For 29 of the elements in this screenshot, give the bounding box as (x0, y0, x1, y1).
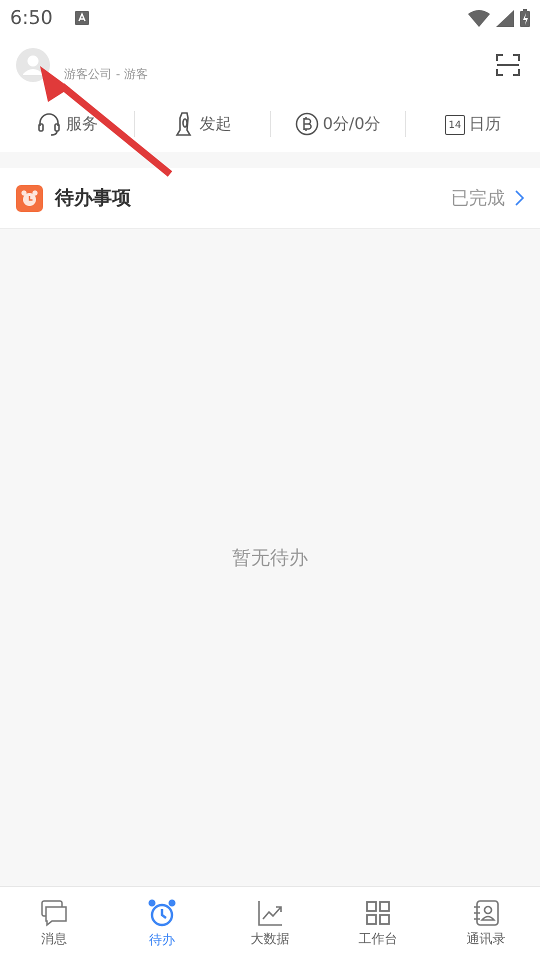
quick-action-button[interactable]: 发起 (135, 104, 270, 144)
avatar-icon[interactable] (16, 48, 50, 82)
alarm-clock-icon (16, 184, 43, 212)
battery-icon (520, 9, 530, 27)
clock: 6:50 (10, 7, 53, 29)
empty-message: 暂无待办 (232, 546, 308, 570)
signal-icon (496, 10, 514, 26)
tab-bar-item[interactable]: 工作台 (324, 887, 432, 960)
line-chart-icon (256, 899, 284, 927)
headset-icon (36, 111, 62, 137)
quick-action-button[interactable]: 服务 (0, 104, 134, 144)
wifi-icon (468, 10, 490, 26)
calendar-icon: 14 (444, 115, 465, 135)
keyboard-notification-icon (74, 11, 89, 25)
chevron-right-icon (515, 190, 524, 206)
section-title: 待办事项 (55, 186, 131, 211)
chat-icon (40, 899, 68, 927)
coin-icon (294, 112, 319, 136)
tab-bar-item[interactable]: 待办 (108, 887, 216, 960)
account-name: 游客公司 - 游客 (64, 66, 148, 83)
quick-action-button[interactable]: 14 日历 (406, 104, 540, 144)
grid-icon (364, 899, 392, 927)
scan-icon[interactable] (496, 54, 520, 76)
contact-card-icon (472, 899, 500, 927)
alarm-clock-icon (147, 898, 177, 928)
tab-bar-item[interactable]: 大数据 (216, 887, 324, 960)
tab-bar-item[interactable]: 通讯录 (432, 887, 540, 960)
quick-action-button[interactable]: 0分/0分 (270, 104, 405, 144)
tab-bar-item[interactable]: 消息 (0, 887, 108, 960)
